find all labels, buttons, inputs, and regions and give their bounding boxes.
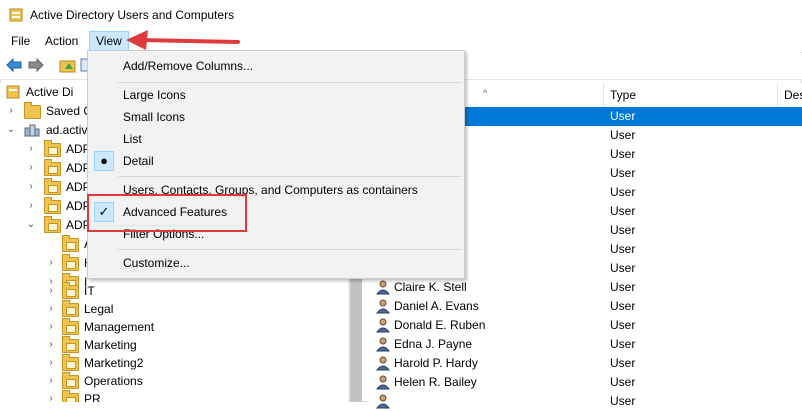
back-icon[interactable] bbox=[5, 57, 23, 73]
chevron-right-icon[interactable]: › bbox=[46, 300, 56, 318]
annotation-highlight-box bbox=[87, 194, 247, 232]
row-type: User bbox=[610, 356, 636, 370]
row-type: User bbox=[610, 375, 636, 389]
row-type: User bbox=[610, 337, 636, 351]
chevron-right-icon[interactable]: › bbox=[46, 354, 56, 372]
ou-folder-icon bbox=[62, 354, 79, 371]
user-icon bbox=[376, 318, 390, 333]
table-row[interactable]: Daniel A. Evans User bbox=[368, 297, 802, 316]
chevron-right-icon[interactable]: › bbox=[6, 102, 16, 120]
chevron-right-icon[interactable]: › bbox=[26, 159, 36, 177]
menu-item-detail[interactable]: ● Detail bbox=[88, 150, 464, 172]
chevron-right-icon[interactable]: › bbox=[46, 282, 56, 300]
ou-folder-icon bbox=[62, 336, 79, 353]
chevron-right-icon[interactable]: › bbox=[46, 372, 56, 390]
tree-item-label: Saved Q bbox=[46, 104, 93, 118]
row-type: User bbox=[610, 204, 636, 218]
ou-folder-icon bbox=[44, 197, 61, 214]
row-type: User bbox=[610, 128, 636, 142]
menu-item-large-icons[interactable]: Large Icons bbox=[88, 84, 464, 106]
ou-folder-icon bbox=[62, 235, 79, 252]
user-icon bbox=[376, 337, 390, 352]
tree-item-label: ad.activ bbox=[46, 123, 88, 137]
chevron-right-icon[interactable]: › bbox=[46, 318, 56, 336]
row-name: Edna J. Payne bbox=[394, 337, 473, 351]
ou-folder-icon bbox=[62, 282, 79, 299]
menu-item-customize[interactable]: Customize... bbox=[88, 252, 464, 274]
chevron-right-icon[interactable]: › bbox=[46, 254, 56, 272]
column-header-type[interactable]: Type bbox=[604, 83, 778, 107]
menu-file[interactable]: File bbox=[5, 32, 36, 50]
sort-ascending-icon: ^ bbox=[483, 88, 488, 98]
table-row[interactable]: Claire K. Stell User bbox=[368, 278, 802, 297]
view-menu-dropdown: Add/Remove Columns... Large Icons Small … bbox=[87, 50, 465, 279]
ou-folder-icon bbox=[44, 159, 61, 176]
ad-folder-icon bbox=[9, 8, 23, 22]
ou-folder-icon bbox=[62, 390, 79, 402]
table-row[interactable]: Helen R. Bailey User bbox=[368, 373, 802, 392]
row-type: User bbox=[610, 261, 636, 275]
tree-item-label: Management bbox=[84, 320, 155, 334]
row-type: User bbox=[610, 318, 636, 332]
user-icon bbox=[376, 280, 390, 295]
window-title: Active Directory Users and Computers bbox=[30, 8, 235, 22]
user-icon bbox=[376, 375, 390, 390]
chevron-right-icon[interactable]: › bbox=[26, 178, 36, 196]
annotation-arrow-icon bbox=[126, 30, 240, 50]
row-name: Daniel A. Evans bbox=[394, 299, 479, 313]
row-type: User bbox=[610, 242, 636, 256]
chevron-down-icon[interactable]: ⌄ bbox=[6, 121, 16, 139]
menu-separator bbox=[118, 249, 462, 250]
ou-folder-icon bbox=[62, 300, 79, 317]
radio-bullet-icon: ● bbox=[94, 151, 114, 171]
ad-folder-icon bbox=[6, 85, 20, 99]
table-row[interactable]: Edna J. Payne User bbox=[368, 335, 802, 354]
tree-item-label: PR bbox=[84, 392, 101, 402]
menu-item-list[interactable]: List bbox=[88, 128, 464, 150]
menu-action[interactable]: Action bbox=[39, 32, 84, 50]
row-name: Claire K. Stell bbox=[394, 280, 467, 294]
tree-item-label: Marketing2 bbox=[84, 356, 144, 370]
menu-item-add-remove-columns[interactable]: Add/Remove Columns... bbox=[88, 55, 464, 77]
forward-icon[interactable] bbox=[27, 57, 45, 73]
menu-separator bbox=[118, 82, 462, 83]
folder-icon bbox=[24, 102, 41, 119]
ou-folder-icon bbox=[44, 216, 61, 233]
tree-item-label: Marketing bbox=[84, 338, 137, 352]
ou-folder-icon bbox=[62, 318, 79, 335]
ou-folder-icon bbox=[44, 140, 61, 157]
tree-item-label: Operations bbox=[84, 374, 143, 388]
column-header-description[interactable]: Des bbox=[778, 83, 802, 107]
ou-folder-icon bbox=[62, 372, 79, 389]
row-name: Helen R. Bailey bbox=[394, 375, 477, 389]
ou-folder-icon bbox=[44, 178, 61, 195]
chevron-down-icon[interactable]: ⌄ bbox=[26, 216, 36, 234]
up-folder-icon[interactable] bbox=[59, 57, 77, 73]
menu-separator bbox=[118, 176, 462, 177]
tree-item-label: Active Di bbox=[26, 85, 74, 99]
table-row[interactable]: Harold P. Hardy User bbox=[368, 354, 802, 373]
chevron-right-icon[interactable]: › bbox=[26, 197, 36, 215]
user-icon bbox=[376, 299, 390, 314]
row-type: User bbox=[610, 109, 636, 123]
chevron-right-icon[interactable]: › bbox=[26, 140, 36, 158]
tree-item-label: Legal bbox=[84, 302, 114, 316]
row-name: Harold P. Hardy bbox=[394, 356, 478, 370]
domain-icon bbox=[24, 124, 40, 137]
row-type: User bbox=[610, 223, 636, 237]
row-name: Donald E. Ruben bbox=[394, 318, 486, 332]
row-type: User bbox=[610, 185, 636, 199]
chevron-right-icon[interactable]: › bbox=[46, 336, 56, 354]
ou-folder-icon bbox=[62, 254, 79, 271]
title-bar: Active Directory Users and Computers bbox=[0, 0, 802, 30]
row-type: User bbox=[610, 166, 636, 180]
row-type: User bbox=[610, 147, 636, 161]
chevron-right-icon[interactable]: › bbox=[46, 390, 56, 402]
row-type: User bbox=[610, 299, 636, 313]
row-type: User bbox=[610, 280, 636, 294]
menu-item-small-icons[interactable]: Small Icons bbox=[88, 106, 464, 128]
tree-item-label: IT bbox=[84, 284, 95, 298]
table-row[interactable]: Donald E. Ruben User bbox=[368, 316, 802, 335]
user-icon bbox=[376, 356, 390, 371]
